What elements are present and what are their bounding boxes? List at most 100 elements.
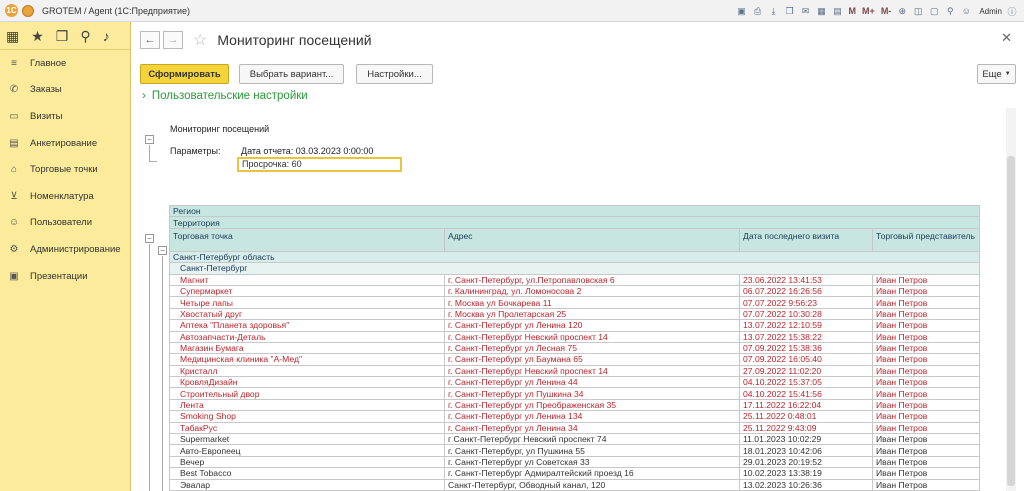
table-row[interactable]: Магнит г. Санкт-Петербург, ул.Петропавлов… — [169, 273, 981, 286]
overdue-param[interactable]: Просрочка: 60 — [237, 157, 402, 172]
table-row[interactable]: Строительный двор г. Санкт-Петербург ул П… — [169, 387, 981, 400]
car-icon: ▭ — [9, 110, 19, 122]
cell-last-visit: 07.09.2022 16:05:40 — [739, 353, 873, 366]
memory-plus-button[interactable]: M+ — [861, 5, 876, 17]
group-row-territory[interactable]: Санкт-Петербург — [168, 262, 981, 275]
cell-address: г. Санкт-Петербург ул Ленина 44 — [444, 376, 740, 389]
more-label: Еще — [982, 68, 1002, 80]
vertical-scrollbar[interactable] — [1006, 108, 1016, 491]
table-row[interactable]: Аптека "Планета здоровья" г. Санкт-Петерб… — [169, 319, 981, 332]
tools-icon[interactable]: ⚲ — [944, 5, 956, 17]
tree-line — [149, 145, 150, 161]
cell-address: г. Калининград, ул. Ломоносова 2 — [444, 284, 740, 298]
table-row[interactable]: Авто-Европеец г. Санкт-Петербург, ул Пушк… — [169, 444, 981, 457]
settings-button[interactable]: Настройки... — [356, 64, 433, 84]
panel-icon[interactable]: ◫ — [912, 5, 924, 17]
table-row[interactable]: Supermarket г Санкт-Петербург Невский про… — [169, 433, 981, 446]
tree-line — [149, 244, 150, 491]
app-logo-icon[interactable]: 1С — [5, 4, 18, 17]
cell-last-visit: 29.01.2023 20:19:52 — [739, 455, 873, 469]
sidebar-item-label: Пользователи — [30, 217, 93, 229]
memory-minus-button[interactable]: M- — [880, 5, 893, 17]
table-row[interactable]: Кристалл г. Санкт-Петербург Невский просп… — [169, 364, 981, 378]
more-button[interactable]: Еще ▼ — [977, 64, 1016, 84]
cell-store: Кристалл — [169, 364, 445, 378]
cell-rep: Иван Петров — [871, 353, 981, 366]
column-header-last-visit: Дата последнего визита — [739, 227, 873, 252]
table-row[interactable]: Автозапчасти-Деталь г. Санкт-Петербург Не… — [169, 330, 981, 343]
table-row[interactable]: Супермаркет г. Калининград, ул. Ломоносов… — [169, 284, 981, 298]
favorite-star-icon[interactable]: ☆ — [193, 30, 207, 50]
page-title: Мониторинг посещений — [217, 32, 372, 48]
sidebar-item-label: Номенклатура — [30, 190, 94, 202]
history-icon[interactable]: ❐ — [56, 29, 69, 43]
phone-icon: ✆ — [9, 84, 19, 96]
table-row[interactable]: Вечер г. Санкт-Петербург ул Советская 33 2… — [169, 455, 981, 469]
cell-rep: Иван Петров — [871, 319, 981, 332]
calendar-icon[interactable]: ▤ — [832, 5, 844, 17]
sidebar-item[interactable]: ☺ Пользователи — [0, 210, 130, 237]
bell-icon[interactable]: ♪ — [103, 29, 110, 43]
table-row[interactable]: Четыре лапы г. Москва ул Бочкарева 11 07.0… — [169, 296, 981, 309]
star-icon[interactable]: ★ — [31, 29, 44, 43]
user-name[interactable]: Admin — [979, 7, 1002, 16]
sidebar-item[interactable]: ▤ Анкетирование — [0, 130, 130, 157]
save-icon[interactable]: ▣ — [736, 5, 748, 17]
cell-store: Магнит — [169, 273, 445, 286]
collapse-territory-icon[interactable]: − — [158, 246, 167, 255]
close-icon[interactable]: ✕ — [1001, 30, 1012, 46]
sidebar-item[interactable]: ⊻ Номенклатура — [0, 183, 130, 210]
clipboard-icon: ▤ — [9, 137, 19, 149]
cell-last-visit: 07.07.2022 9:56:23 — [739, 296, 873, 309]
table-row[interactable]: Медицинская клиника "А-Мед" г. Санкт-Пете… — [169, 353, 981, 366]
download-icon[interactable]: ⤓ — [768, 5, 780, 17]
params-label: Параметры: — [170, 146, 221, 156]
cell-rep: Иван Петров — [871, 478, 981, 491]
collapse-header-icon[interactable]: − — [145, 135, 154, 144]
memory-button[interactable]: M — [848, 5, 858, 17]
copy-icon[interactable]: ❐ — [784, 5, 796, 17]
cell-last-visit: 17.11.2022 16:22:04 — [739, 398, 873, 412]
forward-button[interactable]: → — [163, 31, 183, 49]
zoom-icon[interactable]: ⊕ — [896, 5, 908, 17]
table-row[interactable]: Best Tobacco г. Санкт-Петербург Адмиралте… — [169, 467, 981, 480]
sidebar-item[interactable]: ⌂ Торговые точки — [0, 156, 130, 183]
image-icon: ▣ — [9, 270, 19, 282]
table-row[interactable]: Магазин Бумага г. Санкт-Петербург ул Лесн… — [169, 341, 981, 355]
grid-icon[interactable]: ▦ — [6, 29, 19, 43]
sidebar-item[interactable]: ✆ Заказы — [0, 77, 130, 104]
info-icon[interactable]: ⓘ — [1006, 5, 1018, 17]
tree-line — [162, 256, 163, 491]
print-icon[interactable]: ⎙ — [752, 5, 764, 17]
sidebar-item[interactable]: ▣ Презентации — [0, 263, 130, 290]
back-button[interactable]: ← — [140, 31, 160, 49]
sidebar-item[interactable]: ≡ Главное — [0, 50, 130, 77]
mail-icon[interactable]: ✉ — [800, 5, 812, 17]
scrollbar-thumb[interactable] — [1007, 156, 1015, 486]
table-row[interactable]: Эвалар Санкт-Петербург, Обводный канал, 1… — [169, 478, 981, 491]
sidebar-item[interactable]: ▭ Визиты — [0, 103, 130, 130]
sidebar-item-label: Администрирование — [30, 243, 121, 255]
group-row-region[interactable]: Санкт-Петербург область — [168, 250, 981, 264]
table-row[interactable]: Хвостатый друг г. Москва ул Пролетарская … — [169, 307, 981, 321]
cart-icon: ⊻ — [10, 190, 18, 202]
cell-store: Аптека "Планета здоровья" — [169, 319, 445, 332]
user-settings-link[interactable]: › Пользовательские настройки — [142, 90, 308, 102]
sidebar-item-label: Визиты — [30, 110, 63, 122]
table-icon[interactable]: ▦ — [816, 5, 828, 17]
search-icon[interactable]: ⚲ — [80, 29, 90, 43]
table-row[interactable]: Лента г. Санкт-Петербург ул Преображенска… — [169, 398, 981, 412]
main-menu-icon[interactable] — [22, 4, 34, 17]
cell-rep: Иван Петров — [871, 455, 981, 469]
select-variant-button[interactable]: Выбрать вариант... — [239, 64, 344, 84]
sidebar-item[interactable]: ⚙ Администрирование — [0, 236, 130, 263]
table-row[interactable]: КровляДизайн г. Санкт-Петербург ул Ленина… — [169, 376, 981, 389]
window-icon[interactable]: ▢ — [928, 5, 940, 17]
user-icon[interactable]: ☺ — [960, 5, 972, 17]
generate-button[interactable]: Сформировать — [140, 64, 229, 84]
collapse-region-icon[interactable]: − — [145, 234, 154, 243]
cell-store: Supermarket — [169, 433, 445, 446]
cell-last-visit: 11.01.2023 10:02:29 — [739, 433, 873, 446]
table-row[interactable]: Smoking Shop г. Санкт-Петербург ул Ленина… — [169, 410, 981, 423]
table-row[interactable]: ТабакРус г. Санкт-Петербург ул Ленина 34 2… — [169, 421, 981, 435]
